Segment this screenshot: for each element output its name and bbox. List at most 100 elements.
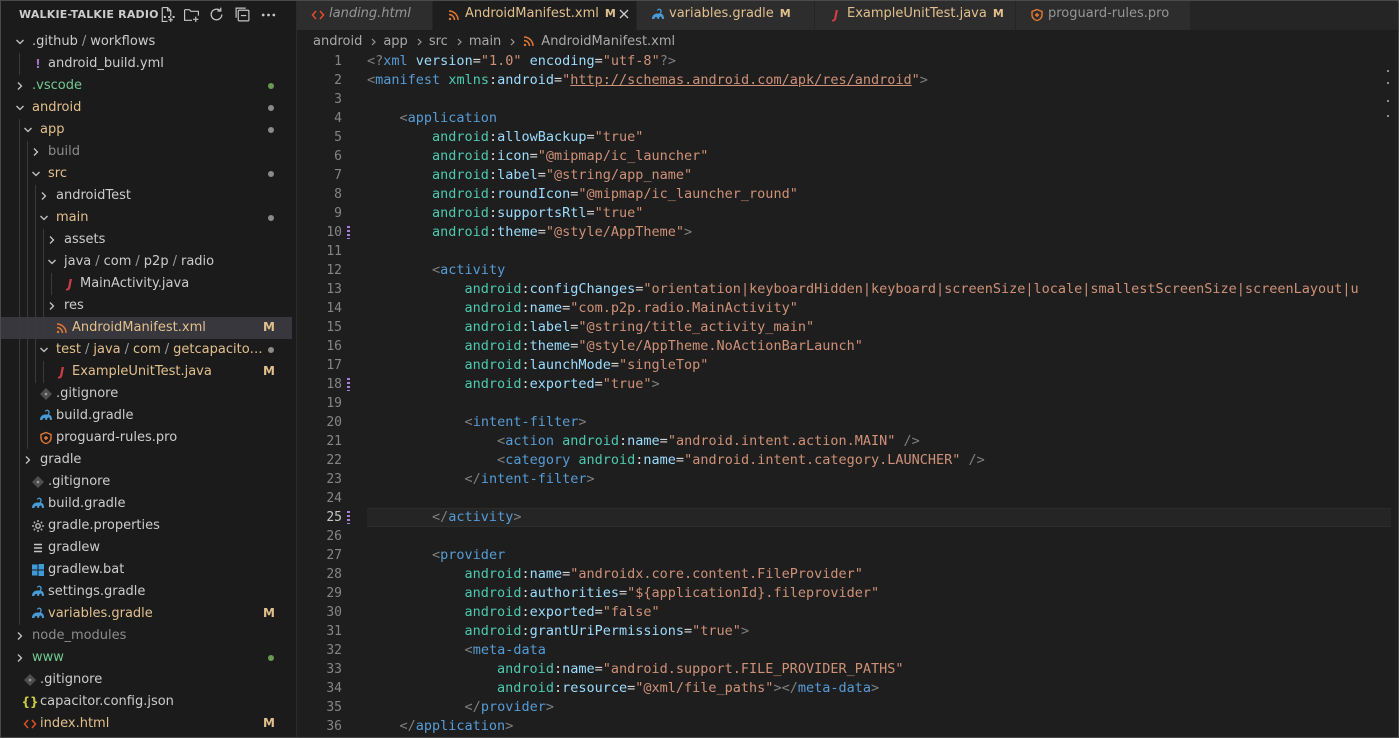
overview-ruler (1387, 66, 1391, 126)
chevron-right-icon[interactable] (31, 146, 41, 158)
tree-item[interactable]: gradlew.bat (0, 559, 292, 581)
tree-item[interactable]: index.html M (0, 713, 292, 735)
tree-item[interactable]: variables.gradle M (0, 603, 292, 625)
code-token: </ (464, 471, 481, 487)
tree-item[interactable]: www (0, 647, 292, 669)
tree-item[interactable]: gradle.properties (0, 515, 292, 537)
code-token: allowBackup (497, 129, 587, 145)
tree-item[interactable]: assets (0, 229, 292, 251)
chevron-right-icon[interactable] (15, 80, 25, 92)
tree-item[interactable]: node_modules (0, 625, 292, 647)
breadcrumb-item[interactable]: app (383, 34, 407, 49)
code-token: = (537, 224, 546, 240)
breadcrumb-item[interactable]: main (469, 34, 501, 49)
chevron-right-icon[interactable] (47, 234, 57, 246)
tree-item[interactable]: settings.gradle (0, 581, 292, 603)
tree-item[interactable]: java / com / p2p / radio (0, 251, 292, 273)
chevron-down-icon[interactable] (39, 212, 49, 224)
new-file-icon[interactable] (158, 6, 175, 23)
chevron-down-icon[interactable] (15, 36, 25, 48)
editor-tab[interactable]: variables.gradle M (637, 0, 815, 30)
tree-item[interactable]: {} capacitor.config.json (0, 691, 292, 713)
tree-item[interactable]: .vscode (0, 75, 292, 97)
tree-item[interactable]: src (0, 163, 292, 185)
breadcrumb-item[interactable]: AndroidManifest.xml (541, 34, 675, 49)
tree-item[interactable]: .gitignore (0, 669, 292, 691)
tree-item-label: main (56, 210, 88, 225)
tree-item[interactable]: ! android_build.yml (0, 53, 292, 75)
tree-item[interactable]: main (0, 207, 292, 229)
xml-file-icon (447, 8, 461, 22)
line-number: 11 (326, 244, 342, 259)
refresh-icon[interactable] (208, 6, 225, 23)
tree-item[interactable]: AndroidManifest.xml M (0, 317, 292, 339)
xml-file-icon (522, 34, 536, 48)
tree-item[interactable]: app (0, 119, 292, 141)
indent-guide (19, 207, 20, 229)
code-token: "@style/AppTheme.NoActionBarLaunch" (578, 338, 863, 354)
tree-item[interactable]: build.gradle (0, 405, 292, 427)
tree-path-segment: www (32, 650, 64, 665)
tree-item[interactable]: .github / workflows (0, 31, 292, 53)
more-actions-icon[interactable] (260, 6, 277, 23)
tree-path-segment: p2p (143, 254, 169, 269)
code-token: provider (480, 699, 546, 715)
editor-tab[interactable]: J ExampleUnitTest.java M (815, 0, 1016, 30)
new-folder-icon[interactable] (183, 6, 200, 23)
chevron-down-icon[interactable] (31, 168, 41, 180)
chevron-down-icon[interactable] (15, 102, 25, 114)
code-token: android (432, 167, 489, 183)
tree-item[interactable]: build.gradle (0, 493, 292, 515)
xml-file-icon (55, 321, 69, 335)
tree-item[interactable]: gradlew (0, 537, 292, 559)
indent-guide (35, 229, 36, 251)
editor-tab[interactable]: landing.html (297, 0, 433, 30)
chevron-down-icon[interactable] (47, 256, 57, 268)
code-editor[interactable]: 1 <?xml version="1.0" encoding="utf-8"?> 2… (297, 52, 1399, 738)
tree-item-label: .gitignore (40, 672, 102, 687)
breadcrumb-item[interactable]: android (313, 34, 362, 49)
tree-item[interactable]: .gitignore (0, 383, 292, 405)
close-tab-icon[interactable] (617, 7, 633, 23)
tree-item[interactable]: androidTest (0, 185, 292, 207)
code-token: android (497, 72, 554, 88)
chevron-down-icon[interactable] (23, 124, 33, 136)
tree-item-label: proguard-rules.pro (56, 430, 177, 445)
code-token: "true" (594, 129, 644, 145)
code-token: android (464, 319, 522, 335)
tree-item-label: node_modules (32, 628, 126, 643)
code-line: <manifest xmlns:android= "http://schemas.… (367, 71, 928, 90)
tree-item[interactable]: test/java/com/getcapacitor/... (0, 339, 292, 361)
tree-item-label: gradlew.bat (48, 562, 124, 577)
chevron-right-icon[interactable] (15, 630, 25, 642)
tree-item[interactable]: android (0, 97, 292, 119)
chevron-right-icon[interactable] (39, 190, 49, 202)
line-number: 4 (334, 111, 342, 126)
tree-item-label: .github / workflows (32, 34, 155, 49)
html-file-icon (311, 8, 325, 22)
chevron-right-icon[interactable] (47, 300, 57, 312)
tree-item[interactable]: gradle (0, 449, 292, 471)
collapse-all-icon[interactable] (234, 6, 251, 23)
tree-path-segment: AndroidManifest.xml (72, 320, 206, 335)
code-line: android:label="@string/app_name" (367, 166, 692, 185)
tree-item[interactable]: .gitignore (0, 471, 292, 493)
editor-tab[interactable]: AndroidManifest.xml M (433, 0, 637, 30)
tree-item[interactable]: J ExampleUnitTest.java M (0, 361, 292, 383)
breadcrumb-item[interactable]: src (429, 34, 448, 49)
code-token: /> (968, 452, 985, 468)
line-number: 27 (326, 548, 342, 563)
tree-item[interactable]: res (0, 295, 292, 317)
chevron-right-icon[interactable] (15, 652, 25, 664)
tree-item[interactable]: build (0, 141, 292, 163)
chevron-down-icon[interactable] (39, 344, 49, 356)
chevron-right-icon[interactable] (23, 454, 33, 466)
tree-item[interactable]: J MainActivity.java (0, 273, 292, 295)
tree-path-segment: android_build.yml (48, 56, 164, 71)
editor-tab[interactable]: proguard-rules.pro (1016, 0, 1191, 30)
tree-item[interactable]: proguard-rules.pro (0, 427, 292, 449)
indent-guide (27, 405, 28, 427)
